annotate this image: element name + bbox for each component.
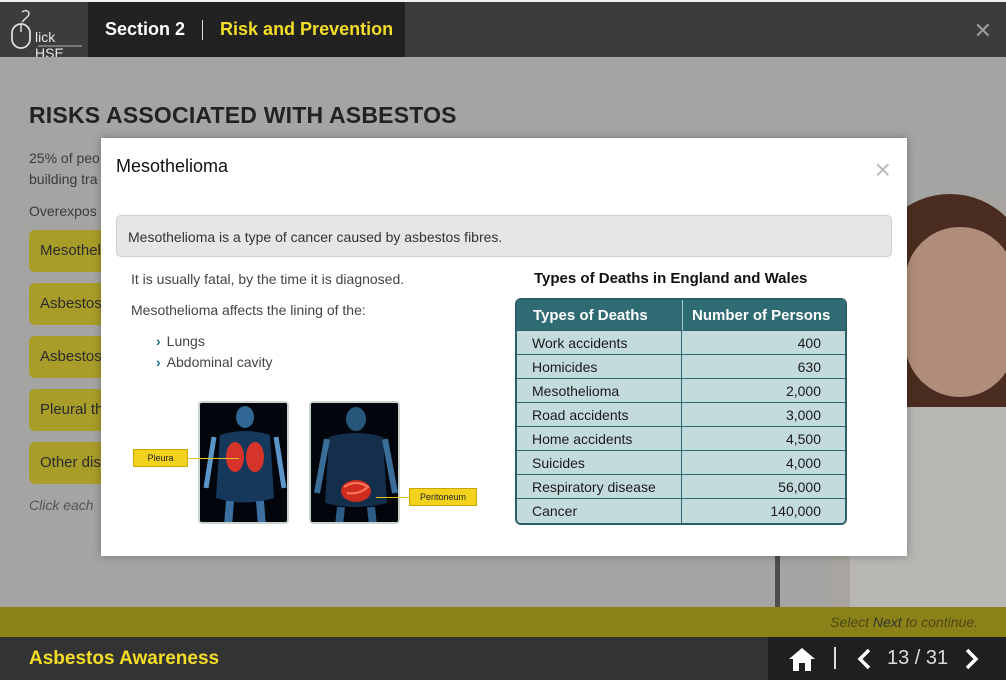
next-icon[interactable] xyxy=(964,648,980,670)
table-title: Types of Deaths in England and Wales xyxy=(534,270,808,287)
table-row: Home accidents 4,500 xyxy=(517,427,845,451)
table-row: Homicides 630 xyxy=(517,355,845,379)
cell-type: Mesothelioma xyxy=(517,379,682,403)
peritoneum-label: Peritoneum xyxy=(409,488,477,506)
close-icon[interactable]: ✕ xyxy=(974,20,992,42)
bottom-bar: Asbestos Awareness 13 / 31 xyxy=(0,637,1006,680)
section-title: Risk and Prevention xyxy=(220,19,394,39)
lungs-anatomy-image xyxy=(198,401,289,524)
list-item: › Abdominal cavity xyxy=(156,354,273,370)
page-indicator: 13 / 31 xyxy=(887,647,949,669)
cell-type: Respiratory disease xyxy=(517,475,682,499)
continue-hint: Select Next to continue. xyxy=(830,614,978,630)
cell-type: Road accidents xyxy=(517,403,682,427)
cell-type: Home accidents xyxy=(517,427,682,451)
nav-divider xyxy=(834,647,836,669)
top-bar: lick HSE Section 2 Risk and Prevention ✕ xyxy=(0,0,1006,61)
cell-count: 3,000 xyxy=(682,403,845,427)
cell-count: 400 xyxy=(682,331,845,355)
affects-text: Mesothelioma affects the lining of the: xyxy=(131,302,366,318)
cell-type: Cancer xyxy=(517,499,682,523)
modal-close-icon[interactable]: × xyxy=(875,156,891,184)
instruction-hint: Click each xyxy=(29,497,94,513)
deaths-table: Types of Deaths Number of Persons Work a… xyxy=(515,298,847,525)
cell-count: 140,000 xyxy=(682,499,845,523)
cell-count: 2,000 xyxy=(682,379,845,403)
table-row: Work accidents 400 xyxy=(517,331,845,355)
cell-type: Work accidents xyxy=(517,331,682,355)
modal-title: Mesothelioma xyxy=(116,156,229,176)
column-header: Number of Persons xyxy=(682,300,845,331)
page-heading: RISKS ASSOCIATED WITH ASBESTOS xyxy=(29,102,457,128)
definition-callout: Mesothelioma is a type of cancer caused … xyxy=(116,215,892,257)
column-header: Types of Deaths xyxy=(517,300,682,331)
previous-icon[interactable] xyxy=(856,648,872,670)
navigation-controls: 13 / 31 xyxy=(768,637,1006,680)
course-title: Asbestos Awareness xyxy=(29,648,220,669)
section-label: Section 2 xyxy=(105,19,186,39)
home-icon[interactable] xyxy=(788,646,816,672)
chevron-right-icon: › xyxy=(156,354,161,370)
mouse-logo-icon xyxy=(11,9,31,49)
cell-count: 4,500 xyxy=(682,427,845,451)
intro-text-line2: building tra xyxy=(29,171,98,187)
intro-text-line1: 25% of peo xyxy=(29,150,100,166)
logo-tagline xyxy=(38,45,82,47)
cell-type: Suicides xyxy=(517,451,682,475)
doctor-face xyxy=(905,227,1006,397)
list-item: › Lungs xyxy=(156,333,205,349)
fatal-text: It is usually fatal, by the time it is d… xyxy=(131,271,405,287)
section-header: Section 2 Risk and Prevention xyxy=(88,2,405,57)
table-row: Road accidents 3,000 xyxy=(517,403,845,427)
instruction-strip: Select Next to continue. xyxy=(0,607,1006,637)
cell-count: 630 xyxy=(682,355,845,379)
cell-count: 4,000 xyxy=(682,451,845,475)
table-row: Cancer 140,000 xyxy=(517,499,845,523)
cell-count: 56,000 xyxy=(682,475,845,499)
table-header-row: Types of Deaths Number of Persons xyxy=(517,300,845,331)
clickhse-logo: lick HSE xyxy=(8,8,82,61)
table-row: Mesothelioma 2,000 xyxy=(517,379,845,403)
chevron-right-icon: › xyxy=(156,333,161,349)
pleura-label: Pleura xyxy=(133,449,188,467)
table-row: Respiratory disease 56,000 xyxy=(517,475,845,499)
table-row: Suicides 4,000 xyxy=(517,451,845,475)
abdomen-anatomy-image xyxy=(309,401,400,524)
section-divider xyxy=(202,19,204,40)
cell-type: Homicides xyxy=(517,355,682,379)
pleura-pointer xyxy=(187,458,239,459)
intro-text-line3: Overexpos xyxy=(29,203,97,219)
mesothelioma-modal: Mesothelioma × Mesothelioma is a type of… xyxy=(101,138,907,556)
